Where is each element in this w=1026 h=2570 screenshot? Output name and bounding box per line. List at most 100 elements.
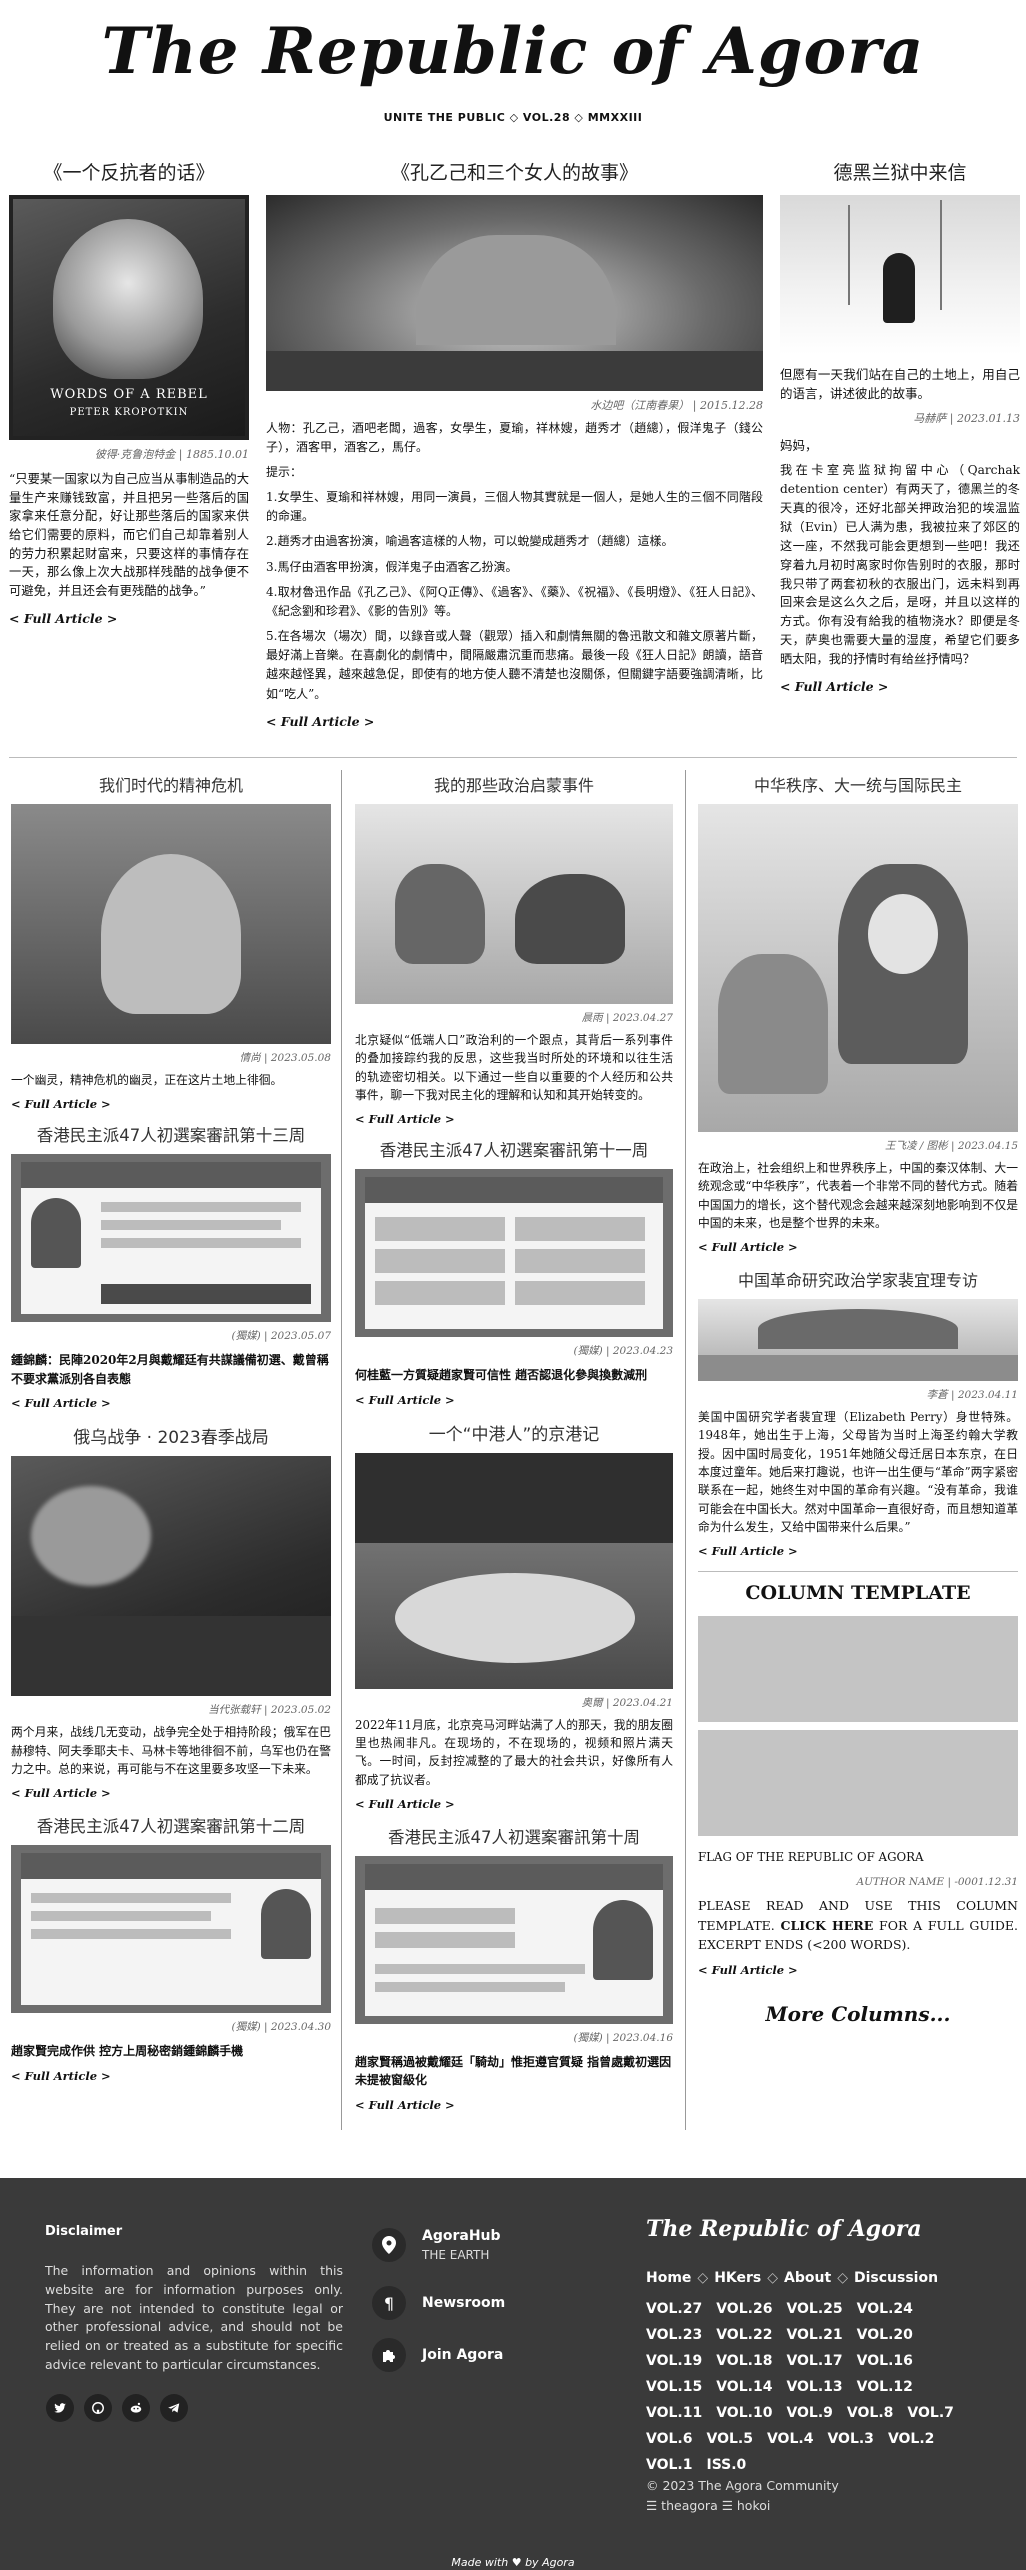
full-article-link[interactable]: < Full Article >	[355, 1393, 455, 1407]
article-caption: 李蒼 | 2023.04.11	[926, 1389, 1018, 1402]
footer-brand[interactable]: The Republic of Agora	[646, 2216, 922, 2242]
article-title[interactable]: 《一个反抗者的话》	[9, 158, 249, 185]
volume-link[interactable]: VOL.26	[716, 2296, 772, 2322]
article-title[interactable]: 一个“中港人”的京港记	[355, 1420, 673, 1445]
article-excerpt: 趙家賢稱過被戴耀廷「騎劫」惟拒遵官質疑 指曾處戴初選因未提被窗級化	[355, 2054, 672, 2088]
nav-about[interactable]: About	[784, 2270, 831, 2286]
article-title[interactable]: 香港民主派47人初選案審訊第十周	[355, 1824, 673, 1848]
masthead: The Republic of Agora UNITE THE PUBLIC ◇…	[0, 0, 1026, 145]
volume-link[interactable]: VOL.2	[888, 2426, 934, 2452]
volume-link[interactable]: VOL.6	[646, 2426, 692, 2452]
volume-link[interactable]: VOL.25	[786, 2296, 842, 2322]
full-article-link[interactable]: < Full Article >	[11, 1097, 111, 1111]
volume-link[interactable]: VOL.4	[767, 2426, 813, 2452]
full-article-link[interactable]: < Full Article >	[355, 1112, 455, 1126]
cast-list: 人物：孔乙己，酒吧老闆，過客，女學生，夏瑜，祥林嫂，趙秀才（趙總），假洋鬼子（錢…	[266, 421, 763, 455]
volume-link[interactable]: VOL.3	[827, 2426, 873, 2452]
stage-photo-image	[266, 195, 763, 391]
footer-link-title: AgoraHub	[422, 2228, 501, 2244]
volume-link[interactable]: VOL.9	[786, 2400, 832, 2426]
column-2: 我的那些政治启蒙事件 晨雨 | 2023.04.27 北京疑似“低端人口”政治利…	[355, 772, 673, 2113]
full-article-link[interactable]: < Full Article >	[11, 1396, 111, 1410]
full-article-link[interactable]: < Full Article >	[698, 1963, 798, 1977]
credits[interactable]: ☰ theagora ☰ hokoi	[646, 2498, 770, 2513]
full-article-link[interactable]: < Full Article >	[355, 2098, 455, 2112]
article-title[interactable]: 香港民主派47人初選案審訊第十二周	[11, 1813, 331, 1837]
page: The Republic of Agora UNITE THE PUBLIC ◇…	[0, 0, 1026, 2570]
flag-label: FLAG OF THE REPUBLIC OF AGORA	[698, 1850, 924, 1865]
nav-discussion[interactable]: Discussion	[854, 2270, 938, 2286]
full-article-link[interactable]: < Full Article >	[355, 1797, 455, 1811]
volume-link[interactable]: VOL.22	[716, 2322, 772, 2348]
footer-link-newsroom[interactable]: ¶ Newsroom	[372, 2286, 505, 2320]
full-article-link[interactable]: < Full Article >	[780, 679, 888, 694]
full-article-link[interactable]: < Full Article >	[266, 714, 374, 729]
volume-link[interactable]: VOL.19	[646, 2348, 702, 2374]
article-card: 我的那些政治启蒙事件 晨雨 | 2023.04.27 北京疑似“低端人口”政治利…	[355, 772, 673, 1127]
footer-link-join[interactable]: Join Agora	[372, 2338, 503, 2372]
footer: Disclaimer The information and opinions …	[0, 2178, 1026, 2570]
site-title[interactable]: The Republic of Agora	[0, 14, 1026, 89]
article-title[interactable]: 俄乌战争 · 2023春季战局	[11, 1423, 331, 1448]
volume-link[interactable]: VOL.12	[857, 2374, 913, 2400]
volume-link[interactable]: VOL.5	[706, 2426, 752, 2452]
article-title[interactable]: 我的那些政治启蒙事件	[355, 772, 673, 796]
article-title[interactable]: 《孔乙己和三个女人的故事》	[266, 158, 763, 185]
article-excerpt: 北京疑似“低端人口”政治利的一个跟点，其背后一系列事件的叠加接踪约我的反思，这些…	[355, 1033, 673, 1102]
article-title[interactable]: 香港民主派47人初選案審訊第十一周	[355, 1137, 673, 1161]
full-article-link[interactable]: < Full Article >	[11, 1786, 111, 1800]
full-article-link[interactable]: < Full Article >	[698, 1544, 798, 1558]
article-excerpt: 鍾錦麟：民陣2020年2月與戴耀廷有共謀議備初選、戴曾稱不要求黨派別各自表態	[11, 1353, 329, 1386]
footer-link-agorahub[interactable]: AgoraHub THE EARTH	[372, 2228, 501, 2262]
volume-link[interactable]: VOL.23	[646, 2322, 702, 2348]
volume-link[interactable]: VOL.11	[646, 2400, 702, 2426]
article-caption: 晨雨 | 2023.04.27	[581, 1012, 673, 1024]
template-guide-link[interactable]: CLICK HERE	[781, 1918, 874, 1933]
article-card: 我们时代的精神危机 情尚 | 2023.05.08 一个幽灵，精神危机的幽灵，正…	[11, 772, 331, 1112]
volume-link[interactable]: VOL.27	[646, 2296, 702, 2322]
article-title[interactable]: 德黑兰狱中来信	[780, 158, 1020, 185]
volume-link[interactable]: VOL.7	[907, 2400, 953, 2426]
template-title[interactable]: COLUMN TEMPLATE	[698, 1582, 1018, 1604]
footer-link-subtitle: THE EARTH	[422, 2248, 490, 2262]
issue-subtitle: UNITE THE PUBLIC ◇ VOL.28 ◇ MMXXIII	[383, 111, 643, 124]
volume-link[interactable]: VOL.18	[716, 2348, 772, 2374]
volume-link[interactable]: VOL.14	[716, 2374, 772, 2400]
article-title[interactable]: 我们时代的精神危机	[11, 772, 331, 796]
more-columns-link[interactable]: More Columns...	[698, 2002, 1018, 2026]
column-divider	[341, 770, 342, 2130]
puzzle-icon	[372, 2338, 406, 2372]
volume-link[interactable]: VOL.15	[646, 2374, 702, 2400]
article-card: 一个“中港人”的京港记 奥爾 | 2023.04.21 2022年11月底，北京…	[355, 1420, 673, 1812]
volume-link[interactable]: VOL.8	[847, 2400, 893, 2426]
footer-nav: Home ◇ HKers ◇ About ◇ Discussion	[646, 2270, 939, 2286]
article-caption: 奥爾 | 2023.04.21	[581, 1696, 673, 1709]
nav-home[interactable]: Home	[646, 2270, 691, 2286]
volume-link[interactable]: VOL.17	[786, 2348, 842, 2374]
volume-link[interactable]: VOL.16	[857, 2348, 913, 2374]
article-title[interactable]: 香港民主派47人初選案審訊第十三周	[11, 1122, 331, 1146]
telegram-icon[interactable]	[160, 2394, 188, 2422]
full-article-link[interactable]: < Full Article >	[11, 2069, 111, 2083]
article-title[interactable]: 中国革命研究政治学家裴宜理专访	[698, 1267, 1018, 1291]
volume-link[interactable]: VOL.20	[857, 2322, 913, 2348]
volume-link[interactable]: VOL.24	[857, 2296, 913, 2322]
twitter-icon[interactable]	[46, 2394, 74, 2422]
volume-link[interactable]: VOL.13	[786, 2374, 842, 2400]
full-article-link[interactable]: < Full Article >	[698, 1240, 798, 1254]
article-card: 俄乌战争 · 2023春季战局 当代张载轩 | 2023.05.02 两个月来，…	[11, 1423, 331, 1801]
github-icon[interactable]	[84, 2394, 112, 2422]
volume-link[interactable]: VOL.1	[646, 2452, 692, 2478]
article-image	[355, 1452, 673, 1689]
article-excerpt: 在政治上，社会组织上和世界秩序上，中国的秦汉体制、大一统观念或“中华秩序”，代表…	[698, 1161, 1018, 1230]
article-title[interactable]: 中华秩序、大一统与国际民主	[698, 772, 1018, 796]
nav-hkers[interactable]: HKers	[714, 2270, 761, 2286]
reddit-icon[interactable]	[122, 2394, 150, 2422]
template-flag-image	[698, 1730, 1018, 1837]
volume-link[interactable]: VOL.21	[786, 2322, 842, 2348]
volume-link[interactable]: ISS.0	[706, 2452, 746, 2478]
article-caption: 马赫萨 | 2023.01.13	[913, 411, 1020, 425]
article-image	[698, 804, 1018, 1132]
full-article-link[interactable]: < Full Article >	[9, 611, 117, 626]
volume-link[interactable]: VOL.10	[716, 2400, 772, 2426]
